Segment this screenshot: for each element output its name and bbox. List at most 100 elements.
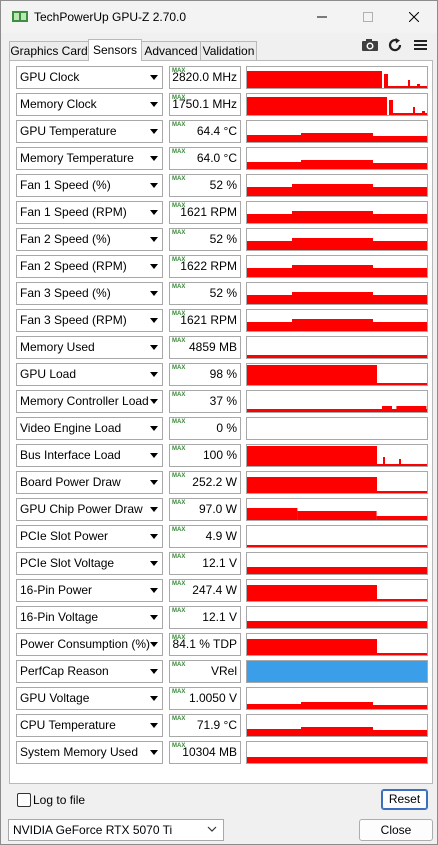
sensor-value-box: MAX 247.4 W	[169, 579, 241, 602]
sensor-name-select[interactable]: 16-Pin Voltage	[16, 606, 163, 629]
dropdown-arrow-icon	[150, 534, 158, 539]
sensor-name-select[interactable]: 16-Pin Power	[16, 579, 163, 602]
sensor-name: CPU Temperature	[20, 718, 116, 732]
menu-icon[interactable]	[412, 37, 430, 53]
sensor-name-select[interactable]: Fan 3 Speed (RPM)	[16, 309, 163, 332]
tab-graphics-card[interactable]: Graphics Card	[9, 41, 89, 60]
reset-button[interactable]: Reset	[381, 789, 428, 810]
sensor-value: 100 %	[202, 448, 237, 462]
sensor-name: PCIe Slot Voltage	[20, 556, 115, 570]
sensor-name-select[interactable]: GPU Clock	[16, 66, 163, 89]
tab-advanced[interactable]: Advanced	[141, 41, 201, 60]
sensor-name-select[interactable]: Fan 2 Speed (%)	[16, 228, 163, 251]
sensor-graph-plot	[247, 585, 427, 601]
graph-bar	[373, 214, 427, 223]
sensor-graph-plot	[247, 265, 427, 277]
graph-bar	[292, 211, 373, 223]
sensor-name-select[interactable]: Memory Controller Load	[16, 390, 163, 413]
graph-bar	[247, 214, 292, 223]
sensor-value: 252.2 W	[192, 475, 237, 489]
tab-sensors[interactable]: Sensors	[88, 39, 142, 61]
graph-bar	[373, 136, 427, 142]
sensor-name: Memory Used	[20, 340, 95, 354]
dropdown-arrow-icon	[150, 156, 158, 161]
dropdown-arrow-icon	[150, 588, 158, 593]
max-tag: MAX	[172, 716, 186, 722]
sensor-graph-plot	[247, 446, 427, 466]
sensor-row: CPU Temperature MAX 71.9 °C	[16, 714, 428, 737]
graph-bar	[247, 585, 377, 601]
sensor-name-select[interactable]: Fan 2 Speed (RPM)	[16, 255, 163, 278]
dropdown-arrow-icon	[150, 183, 158, 188]
sensor-name-select[interactable]: GPU Voltage	[16, 687, 163, 710]
max-tag: MAX	[172, 500, 186, 506]
sensor-graph-plot	[247, 365, 427, 385]
max-tag: MAX	[172, 662, 186, 668]
sensor-name: Fan 2 Speed (RPM)	[20, 259, 127, 273]
gpuz-app-icon	[12, 11, 28, 22]
sensor-name-select[interactable]: Memory Used	[16, 336, 163, 359]
sensor-name-select[interactable]: Fan 1 Speed (%)	[16, 174, 163, 197]
sensor-name-select[interactable]: PCIe Slot Voltage	[16, 552, 163, 575]
max-tag: MAX	[172, 608, 186, 614]
sensor-graph	[246, 714, 428, 737]
sensor-graph	[246, 687, 428, 710]
sensor-name: Fan 2 Speed (%)	[20, 232, 111, 246]
tab-validation[interactable]: Validation	[200, 41, 257, 60]
sensor-name-select[interactable]: Bus Interface Load	[16, 444, 163, 467]
log-to-file-label: Log to file	[33, 793, 86, 807]
graph-bar	[373, 268, 427, 277]
sensor-value: 52 %	[209, 232, 237, 246]
sensor-name-select[interactable]: System Memory Used	[16, 741, 163, 764]
maximize-button[interactable]	[345, 1, 391, 33]
sensor-name-select[interactable]: PerfCap Reason	[16, 660, 163, 683]
refresh-icon[interactable]	[386, 37, 404, 53]
graph-bar	[292, 184, 373, 196]
sensor-row: GPU Load MAX 98 %	[16, 363, 428, 386]
max-tag: MAX	[172, 392, 186, 398]
sensor-name-select[interactable]: Memory Temperature	[16, 147, 163, 170]
graph-bar	[373, 322, 427, 331]
sensor-value-box: MAX 84.1 % TDP	[169, 633, 241, 656]
dropdown-arrow-icon	[150, 345, 158, 350]
sensor-graph	[246, 66, 428, 89]
sensor-graph	[246, 282, 428, 305]
minimize-button[interactable]	[299, 1, 345, 33]
sensor-graph	[246, 363, 428, 386]
sensor-name-select[interactable]: CPU Temperature	[16, 714, 163, 737]
device-select[interactable]: NVIDIA GeForce RTX 5070 Ti	[8, 819, 224, 841]
sensor-graph-plot	[247, 160, 427, 169]
sensor-name-select[interactable]: PCIe Slot Power	[16, 525, 163, 548]
sensor-name-select[interactable]: Fan 3 Speed (%)	[16, 282, 163, 305]
sensor-name-select[interactable]: Board Power Draw	[16, 471, 163, 494]
close-button[interactable]: Close	[359, 819, 433, 841]
camera-icon[interactable]	[361, 37, 379, 53]
sensor-row: Memory Temperature MAX 64.0 °C	[16, 147, 428, 170]
sensor-value-box: MAX VRel	[169, 660, 241, 683]
sensor-graph-plot	[247, 133, 427, 142]
close-window-button[interactable]	[391, 1, 437, 33]
sensor-name-select[interactable]: Power Consumption (%)	[16, 633, 163, 656]
sensor-graph	[246, 417, 428, 440]
sensor-name-select[interactable]: GPU Load	[16, 363, 163, 386]
sensor-name-select[interactable]: GPU Temperature	[16, 120, 163, 143]
max-tag: MAX	[172, 149, 186, 155]
sensor-name: Memory Clock	[20, 97, 97, 111]
graph-bar	[247, 241, 292, 250]
title-bar: TechPowerUp GPU-Z 2.70.0	[1, 1, 437, 33]
log-to-file-checkbox[interactable]	[17, 793, 31, 807]
dropdown-arrow-icon	[150, 264, 158, 269]
sensor-name-select[interactable]: GPU Chip Power Draw	[16, 498, 163, 521]
sensor-name-select[interactable]: Video Engine Load	[16, 417, 163, 440]
sensors-panel: GPU Clock MAX 2820.0 MHz Memory Clock MAX 175…	[9, 60, 433, 784]
graph-bar	[247, 97, 387, 115]
sensor-value-box: MAX 100 %	[169, 444, 241, 467]
sensor-graph	[246, 390, 428, 413]
sensor-name-select[interactable]: Fan 1 Speed (RPM)	[16, 201, 163, 224]
sensor-graph-plot	[247, 727, 427, 736]
graph-bar	[247, 661, 427, 682]
sensor-value-box: MAX 2820.0 MHz	[169, 66, 241, 89]
sensor-value-box: MAX 10304 MB	[169, 741, 241, 764]
sensor-graph-plot	[247, 639, 427, 655]
sensor-name-select[interactable]: Memory Clock	[16, 93, 163, 116]
